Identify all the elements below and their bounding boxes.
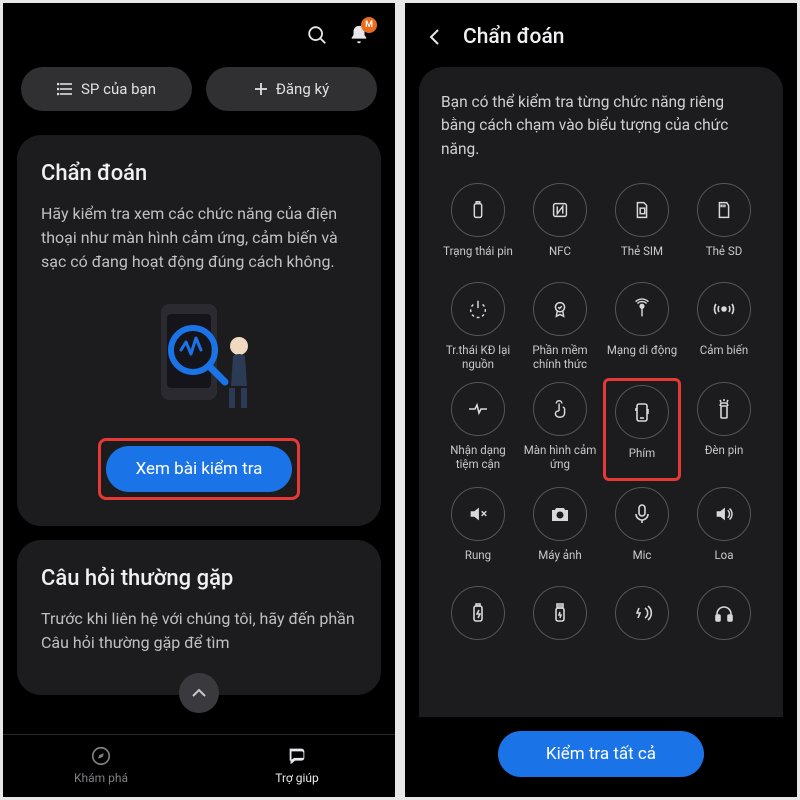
rosette-icon (533, 282, 587, 336)
diag-item-charging[interactable] (441, 586, 515, 675)
wireless-charge-icon (615, 586, 669, 640)
charging-icon (451, 586, 505, 640)
diagnostics-illustration (41, 274, 357, 426)
usb-icon (533, 586, 587, 640)
nav-explore[interactable]: Khám phá (3, 735, 199, 797)
diag-item-sd[interactable]: Thẻ SD (687, 183, 761, 272)
nav-help[interactable]: Trợ giúp (199, 735, 395, 797)
back-icon[interactable] (425, 27, 445, 47)
bell-icon[interactable]: M (347, 23, 371, 47)
diag-item-mobile-network[interactable]: Mạng di động (605, 282, 679, 372)
register-button[interactable]: Đăng ký (206, 67, 377, 111)
diag-label: Màn hình cảm ứng (523, 443, 597, 472)
search-icon[interactable] (305, 23, 329, 47)
sd-icon (697, 183, 751, 237)
speaker-icon (697, 487, 751, 541)
sim-icon (615, 183, 669, 237)
diag-label: Phần mềm chính thức (523, 343, 597, 372)
diag-label: Nhận dạng tiệm cận (441, 443, 515, 472)
volume-mute-icon (451, 487, 505, 541)
diag-label: Mạng di động (607, 343, 677, 371)
diag-item-battery[interactable]: Trạng thái pin (441, 183, 515, 272)
diag-label: Máy ảnh (538, 548, 581, 576)
faq-body: Trước khi liên hệ với chúng tôi, hãy đến… (41, 607, 357, 655)
faq-title: Câu hỏi thường gặp (41, 566, 357, 591)
diag-item-usb[interactable] (523, 586, 597, 675)
highlight-view-test: Xem bài kiểm tra (98, 438, 301, 500)
nfc-icon (533, 183, 587, 237)
diag-label: Trạng thái pin (443, 244, 513, 272)
nav-explore-label: Khám phá (74, 771, 128, 785)
diag-item-touchscreen[interactable]: Màn hình cảm ứng (523, 382, 597, 477)
sensor-icon (697, 282, 751, 336)
your-sp-label: SP của bạn (81, 80, 156, 98)
diag-label: Mic (633, 548, 652, 576)
diag-label: Rung (465, 548, 491, 576)
diag-label: Phím (629, 446, 656, 474)
pill-row: SP của bạn Đăng ký (3, 59, 395, 135)
scroll-top-button[interactable] (179, 673, 219, 713)
your-sp-button[interactable]: SP của bạn (21, 67, 192, 111)
left-screenshot: M SP của bạn Đăng ký Chẩn đoán Hãy kiểm … (3, 3, 395, 797)
intro-text: Bạn có thể kiểm tra từng chức năng riêng… (441, 91, 761, 161)
diag-item-mic[interactable]: Mic (605, 487, 679, 576)
diag-item-sim[interactable]: Thẻ SIM (605, 183, 679, 272)
diagnostics-grid: Trạng thái pin NFC Thẻ SIM Thẻ SD Tr.thá… (441, 183, 761, 675)
diagnostics-body: Hãy kiểm tra xem các chức năng của điện … (41, 202, 357, 274)
diag-item-flashlight[interactable]: Đèn pin (687, 382, 761, 477)
diagnostics-card: Chẩn đoán Hãy kiểm tra xem các chức năng… (17, 135, 381, 526)
register-label: Đăng ký (276, 80, 329, 98)
antenna-icon (615, 282, 669, 336)
bottom-cta-row: Kiểm tra tất cả (405, 717, 797, 797)
test-all-label: Kiểm tra tất cả (546, 744, 656, 764)
diag-item-wireless-charging[interactable] (605, 586, 679, 675)
faq-card: Câu hỏi thường gặp Trước khi liên hệ với… (17, 540, 381, 695)
flashlight-icon (697, 382, 751, 436)
headphones-icon (697, 586, 751, 640)
proximity-icon (451, 382, 505, 436)
view-test-label: Xem bài kiểm tra (136, 459, 263, 479)
camera-icon (533, 487, 587, 541)
battery-icon (451, 183, 505, 237)
diag-label: Cảm biến (700, 343, 748, 371)
diag-label: Thẻ SD (706, 244, 743, 272)
diag-item-vibration[interactable]: Rung (441, 487, 515, 576)
diagnostics-panel: Bạn có thể kiểm tra từng chức năng riêng… (419, 67, 783, 717)
diag-item-proximity[interactable]: Nhận dạng tiệm cận (441, 382, 515, 477)
top-bar: M (3, 3, 395, 59)
diag-label: NFC (549, 244, 571, 272)
diag-item-camera[interactable]: Máy ảnh (523, 487, 597, 576)
diag-label: Tr.thái KĐ lại nguồn (441, 343, 515, 372)
nav-help-label: Trợ giúp (275, 771, 319, 785)
bottom-nav: Khám phá Trợ giúp (3, 734, 395, 797)
diag-label: Đèn pin (705, 443, 744, 471)
test-all-button[interactable]: Kiểm tra tất cả (498, 731, 704, 777)
diagnostics-title: Chẩn đoán (41, 161, 357, 186)
diag-item-sensor[interactable]: Cảm biến (687, 282, 761, 372)
diag-label: Thẻ SIM (621, 244, 663, 272)
power-icon (451, 282, 505, 336)
page-title: Chẩn đoán (463, 25, 564, 49)
diag-item-buttons-highlighted[interactable]: Phím (603, 378, 681, 481)
touch-icon (533, 382, 587, 436)
diag-item-software[interactable]: Phần mềm chính thức (523, 282, 597, 372)
notification-badge: M (361, 17, 377, 33)
phone-buttons-icon (615, 385, 669, 439)
header: Chẩn đoán (405, 3, 797, 67)
view-test-button[interactable]: Xem bài kiểm tra (106, 446, 293, 492)
diag-item-headphones[interactable] (687, 586, 761, 675)
mic-icon (615, 487, 669, 541)
diag-label: Loa (714, 548, 733, 576)
diag-item-nfc[interactable]: NFC (523, 183, 597, 272)
diag-item-speaker[interactable]: Loa (687, 487, 761, 576)
diag-item-restart[interactable]: Tr.thái KĐ lại nguồn (441, 282, 515, 372)
right-screenshot: Chẩn đoán Bạn có thể kiểm tra từng chức … (405, 3, 797, 797)
